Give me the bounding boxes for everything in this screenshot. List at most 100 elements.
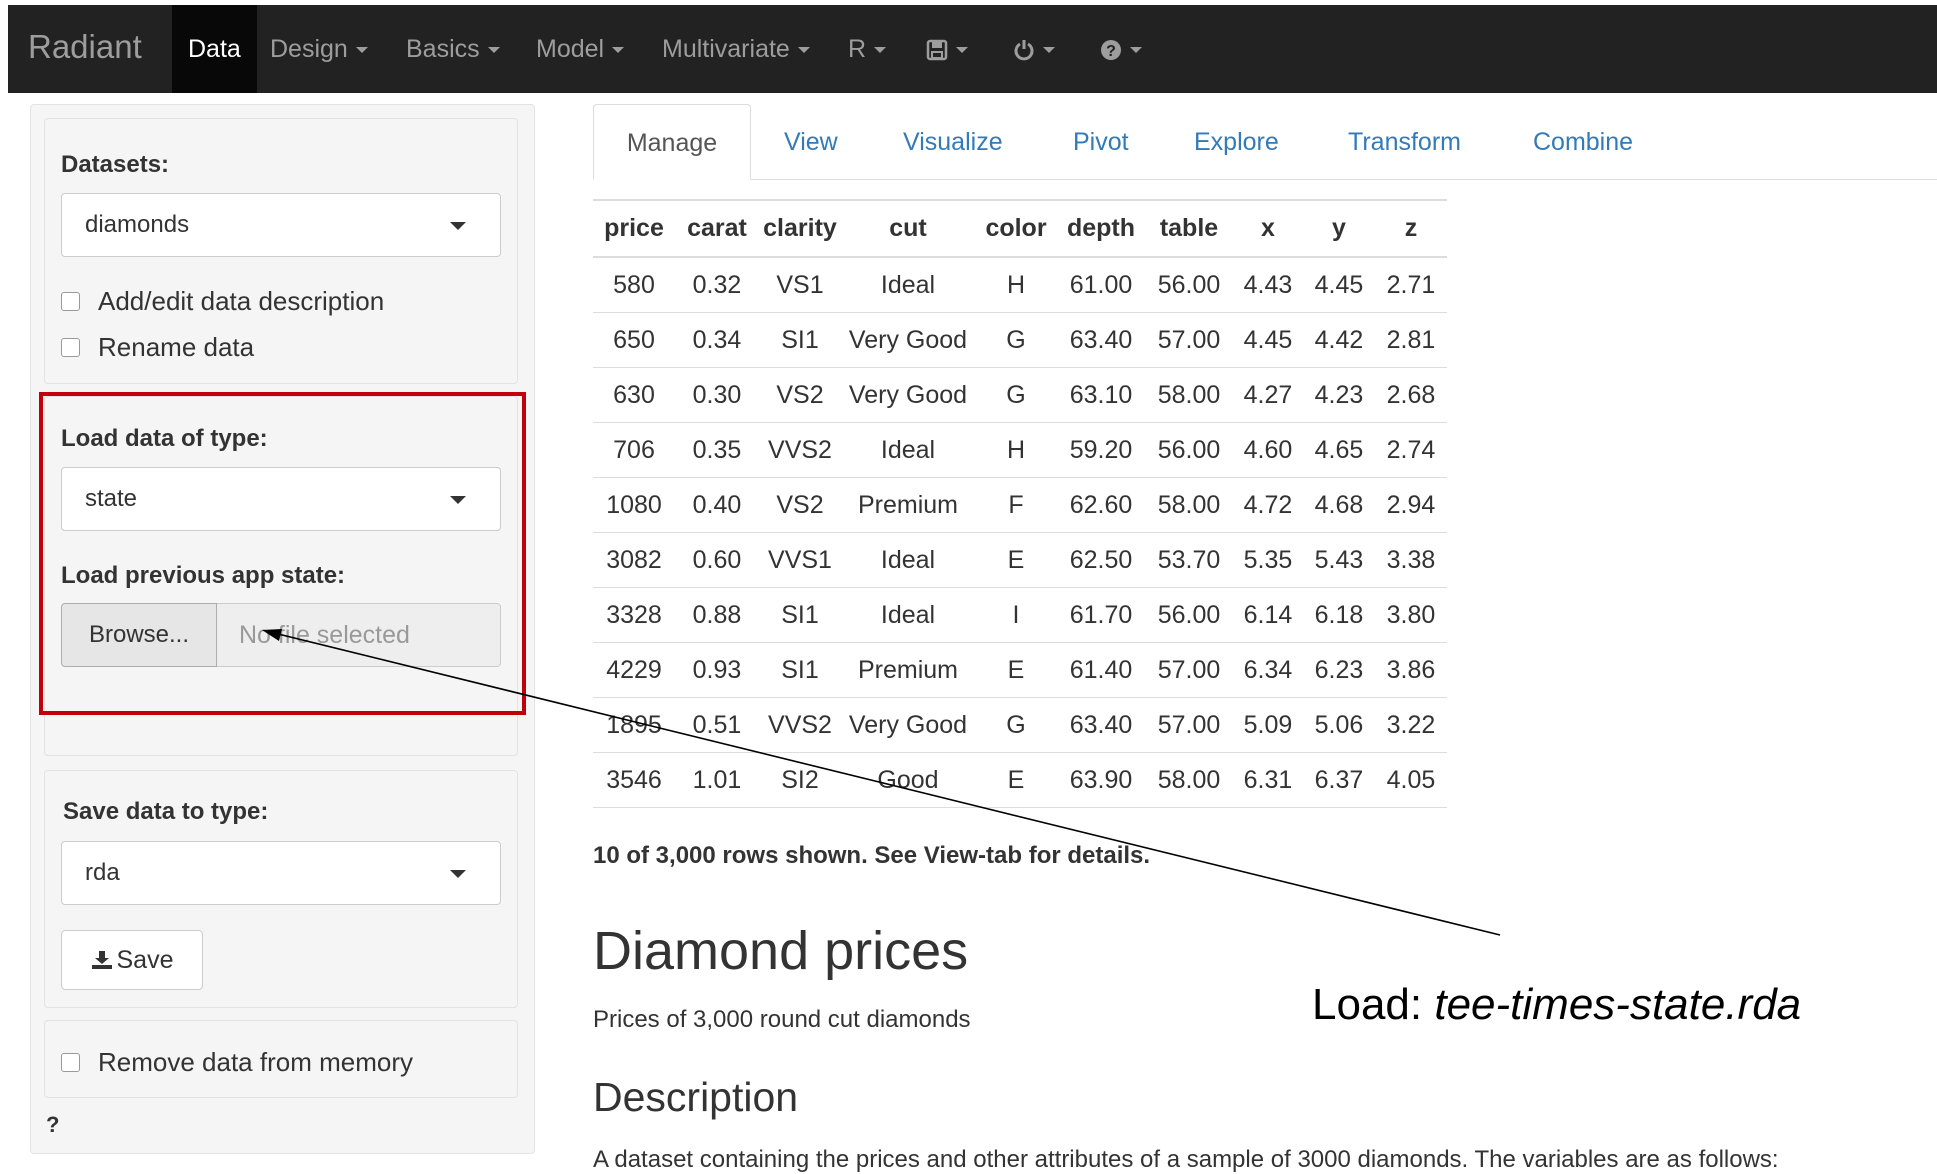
- table-cell-clarity: SI1: [759, 312, 841, 368]
- nav-power-menu[interactable]: [1013, 5, 1055, 93]
- table-cell-price: 1080: [593, 477, 675, 533]
- column-header: x: [1233, 199, 1303, 258]
- nav-model-label: Model: [536, 35, 605, 63]
- caret-down-icon: [487, 47, 500, 54]
- dataset-select[interactable]: diamonds: [61, 193, 501, 257]
- table-cell-cut: Premium: [841, 642, 975, 698]
- table-cell-carat: 0.88: [675, 587, 759, 643]
- table-cell-table: 57.00: [1145, 642, 1233, 698]
- table-cell-clarity: SI1: [759, 587, 841, 643]
- download-icon: [91, 951, 112, 969]
- nav-model[interactable]: Model: [536, 5, 625, 93]
- column-header: clarity: [759, 199, 841, 258]
- tab-combine[interactable]: Combine: [1533, 104, 1633, 180]
- tab-visualize[interactable]: Visualize: [903, 104, 1003, 180]
- annotation-filename: tee-times-state.rda: [1434, 980, 1802, 1029]
- table-row: 706 0.35 VVS2 Ideal H 59.20 56.00 4.60 4.65 2.74: [593, 422, 1447, 478]
- table-cell-color: H: [975, 422, 1057, 478]
- table-cell-color: I: [975, 587, 1057, 643]
- table-cell-clarity: VVS2: [759, 697, 841, 753]
- table-cell-cut: Ideal: [841, 422, 975, 478]
- table-cell-y: 6.23: [1303, 642, 1375, 698]
- table-cell-z: 3.80: [1375, 587, 1447, 643]
- table-cell-carat: 0.93: [675, 642, 759, 698]
- annotation-prefix: Load:: [1312, 980, 1435, 1029]
- caret-down-icon: [355, 47, 368, 54]
- tab-manage[interactable]: Manage: [593, 104, 751, 180]
- help-icon: ?: [1101, 40, 1121, 61]
- table-cell-y: 4.42: [1303, 312, 1375, 368]
- table-cell-color: G: [975, 697, 1057, 753]
- table-row: 3328 0.88 SI1 Ideal I 61.70 56.00 6.14 6.18 3.80: [593, 587, 1447, 643]
- table-cell-color: E: [975, 752, 1057, 808]
- table-cell-clarity: SI2: [759, 752, 841, 808]
- table-header-row: price carat clarity cut color depth tabl…: [593, 199, 1447, 258]
- brand[interactable]: Radiant: [28, 28, 142, 66]
- table-row: 4229 0.93 SI1 Premium E 61.40 57.00 6.34 6.23 3.8…: [593, 642, 1447, 698]
- table-cell-price: 3328: [593, 587, 675, 643]
- table-row: 650 0.34 SI1 Very Good G 63.40 57.00 4.45 4.42 2.…: [593, 312, 1447, 368]
- table-cell-y: 5.06: [1303, 697, 1375, 753]
- table-cell-cut: Premium: [841, 477, 975, 533]
- nav-r[interactable]: R: [848, 5, 887, 93]
- table-cell-depth: 63.40: [1057, 312, 1145, 368]
- column-header: color: [975, 199, 1057, 258]
- remove-data-checkbox[interactable]: Remove data from memory: [61, 1047, 413, 1078]
- table-cell-x: 6.34: [1233, 642, 1303, 698]
- table-cell-table: 58.00: [1145, 752, 1233, 808]
- checkbox-icon[interactable]: [61, 292, 80, 311]
- table-cell-z: 2.68: [1375, 367, 1447, 423]
- table-cell-z: 2.81: [1375, 312, 1447, 368]
- description-heading: Description: [593, 1074, 799, 1120]
- tab-explore[interactable]: Explore: [1194, 104, 1279, 180]
- table-cell-table: 53.70: [1145, 532, 1233, 588]
- nav-multivariate[interactable]: Multivariate: [662, 5, 810, 93]
- caret-down-icon: [956, 47, 968, 54]
- table-cell-color: H: [975, 257, 1057, 313]
- tab-view[interactable]: View: [784, 104, 838, 180]
- nav-design[interactable]: Design: [270, 5, 368, 93]
- tab-transform[interactable]: Transform: [1348, 104, 1461, 180]
- save-type-select[interactable]: rda: [61, 841, 501, 905]
- table-cell-y: 5.43: [1303, 532, 1375, 588]
- table-cell-carat: 1.01: [675, 752, 759, 808]
- rename-data-checkbox[interactable]: Rename data: [61, 332, 254, 363]
- table-cell-carat: 0.40: [675, 477, 759, 533]
- tab-pivot[interactable]: Pivot: [1073, 104, 1129, 180]
- checkbox-icon[interactable]: [61, 338, 80, 357]
- annotation-label: Load: tee-times-state.rda: [1312, 980, 1801, 1030]
- table-cell-table: 56.00: [1145, 422, 1233, 478]
- table-cell-clarity: VS1: [759, 257, 841, 313]
- nav-r-label: R: [848, 35, 867, 63]
- table-cell-depth: 63.10: [1057, 367, 1145, 423]
- checkbox-icon[interactable]: [61, 1053, 80, 1072]
- table-cell-cut: Ideal: [841, 587, 975, 643]
- table-cell-x: 4.60: [1233, 422, 1303, 478]
- save-type-value: rda: [85, 859, 120, 886]
- nav-basics[interactable]: Basics: [406, 5, 500, 93]
- help-link[interactable]: ?: [46, 1112, 59, 1138]
- table-row: 1895 0.51 VVS2 Very Good G 63.40 57.00 5.09 5.06…: [593, 697, 1447, 753]
- table-cell-x: 6.14: [1233, 587, 1303, 643]
- table-cell-z: 4.05: [1375, 752, 1447, 808]
- save-button[interactable]: Save: [61, 930, 203, 990]
- nav-data[interactable]: Data: [172, 5, 257, 93]
- column-header: y: [1303, 199, 1375, 258]
- table-cell-table: 56.00: [1145, 257, 1233, 313]
- rename-data-label: Rename data: [98, 332, 255, 362]
- table-cell-depth: 63.40: [1057, 697, 1145, 753]
- nav-data-label: Data: [188, 35, 241, 63]
- table-cell-y: 4.45: [1303, 257, 1375, 313]
- highlight-box: [39, 392, 526, 715]
- table-cell-carat: 0.60: [675, 532, 759, 588]
- column-header: table: [1145, 199, 1233, 258]
- add-description-checkbox[interactable]: Add/edit data description: [61, 286, 384, 317]
- dataset-select-value: diamonds: [85, 211, 190, 238]
- nav-save-menu[interactable]: [926, 5, 968, 93]
- caret-down-icon: [612, 47, 625, 54]
- nav-help-menu[interactable]: ?: [1100, 5, 1142, 93]
- table-cell-z: 2.71: [1375, 257, 1447, 313]
- column-header: carat: [675, 199, 759, 258]
- chevron-down-icon: [450, 222, 466, 230]
- dataset-title: Diamond prices: [593, 921, 969, 981]
